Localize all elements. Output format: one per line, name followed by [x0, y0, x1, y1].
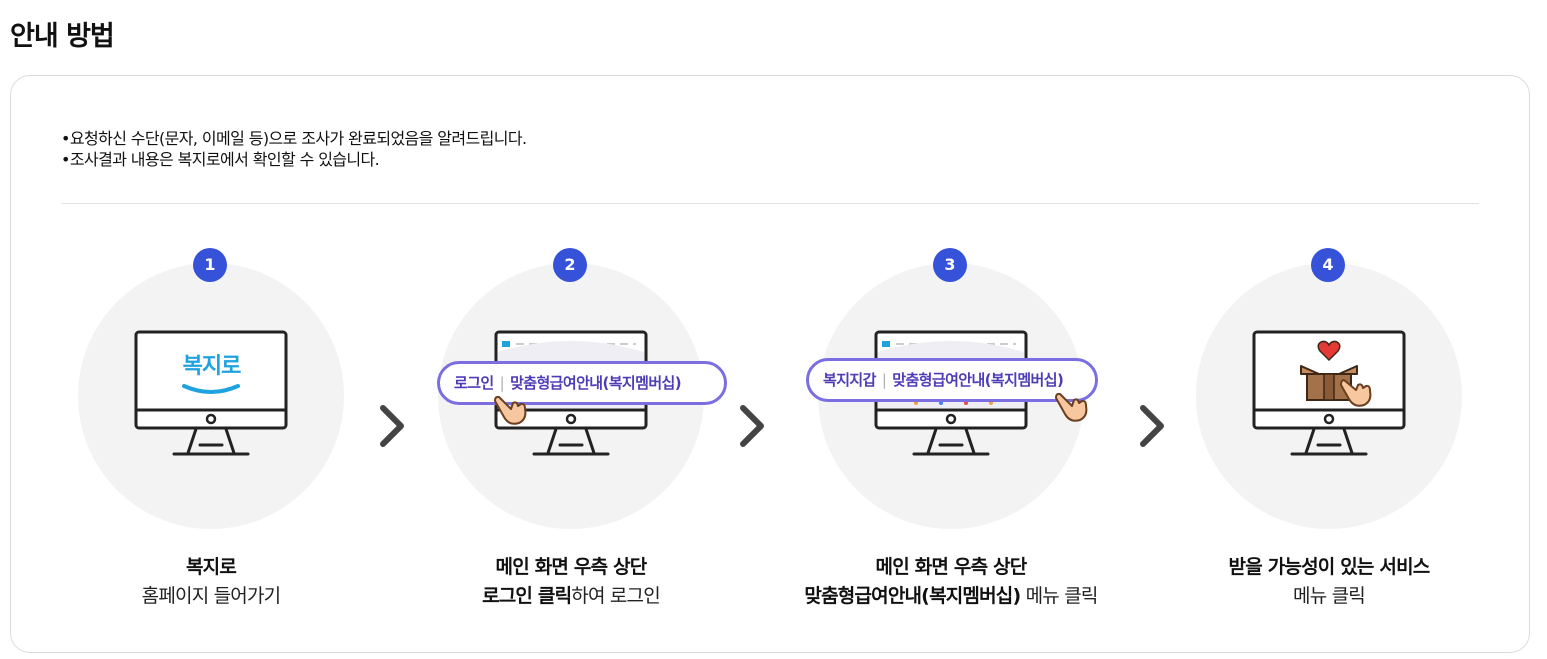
monitor-icon — [1252, 330, 1406, 456]
chevron-right-icon — [740, 405, 764, 447]
caption-rest: 메뉴 클릭 — [1293, 585, 1366, 607]
pointing-hand-icon — [1055, 392, 1088, 422]
caption-line1: 메인 화면 우측 상단 — [495, 556, 648, 578]
divider — [61, 203, 1479, 204]
step-3: 3 복지지갑 | 맞춤형급여안내(복지멤버십) 메인 화면 우측 상단 맞춤형급여안… — [804, 248, 1098, 608]
caption-bold: 복지로 — [185, 556, 237, 578]
step-caption: 메인 화면 우측 상단 로그인 클릭하여 로그인 — [376, 553, 766, 611]
note-line: •요청하신 수단(문자, 이메일 등)으로 조사가 완료되었음을 알려드립니다. — [61, 129, 527, 148]
page-title: 안내 방법 — [10, 21, 115, 52]
caption-bold: 로그인 클릭 — [482, 585, 572, 607]
caption-line1: 메인 화면 우측 상단 — [875, 556, 1028, 578]
caption-bold: 맞춤형급여안내(복지멤버십) — [804, 585, 1021, 607]
step-caption: 받을 가능성이 있는 서비스 메뉴 클릭 — [1134, 553, 1524, 611]
chevron-right-icon — [380, 405, 404, 447]
guide-card: •요청하신 수단(문자, 이메일 등)으로 조사가 완료되었음을 알려드립니다.… — [10, 75, 1530, 653]
caption-rest: 홈페이지 들어가기 — [141, 585, 281, 607]
separator: | — [881, 371, 887, 389]
caption-rest: 하여 로그인 — [571, 585, 660, 607]
wallet-link: 복지지갑 — [823, 371, 876, 389]
step-4: 4 받을 가능성이 있는 서비스 메뉴 클릭 — [1194, 248, 1464, 608]
login-menu-highlight: 로그인 | 맞춤형급여안내(복지멤버십) — [437, 361, 727, 405]
step-caption: 메인 화면 우측 상단 맞춤형급여안내(복지멤버십) 메뉴 클릭 — [756, 553, 1146, 611]
chevron-right-icon — [1140, 405, 1164, 447]
caption-rest: 메뉴 클릭 — [1020, 585, 1099, 607]
caption-bold: 받을 가능성이 있는 서비스 — [1228, 556, 1431, 578]
notes: •요청하신 수단(문자, 이메일 등)으로 조사가 완료되었음을 알려드립니다.… — [61, 128, 527, 170]
step-caption: 복지로 홈페이지 들어가기 — [16, 553, 406, 611]
step-2: 2 로그인 | 맞춤형급여안내(복지멤버십) 메인 화면 우측 상단 로그인 클릭하… — [436, 248, 727, 608]
pointing-hand-icon — [494, 395, 527, 425]
step-1: 1 복지로 복지로 홈페이지 들어가기 — [76, 248, 346, 608]
login-link: 로그인 — [454, 374, 494, 392]
monitor-icon — [134, 330, 288, 456]
membership-menu-link: 맞춤형급여안내(복지멤버십) — [892, 371, 1064, 389]
membership-menu-link: 맞춤형급여안내(복지멤버십) — [510, 374, 682, 392]
bokjiro-logo: 복지로 — [182, 354, 242, 379]
note-line: •조사결과 내용은 복지로에서 확인할 수 있습니다. — [61, 150, 380, 169]
separator: | — [499, 374, 505, 392]
